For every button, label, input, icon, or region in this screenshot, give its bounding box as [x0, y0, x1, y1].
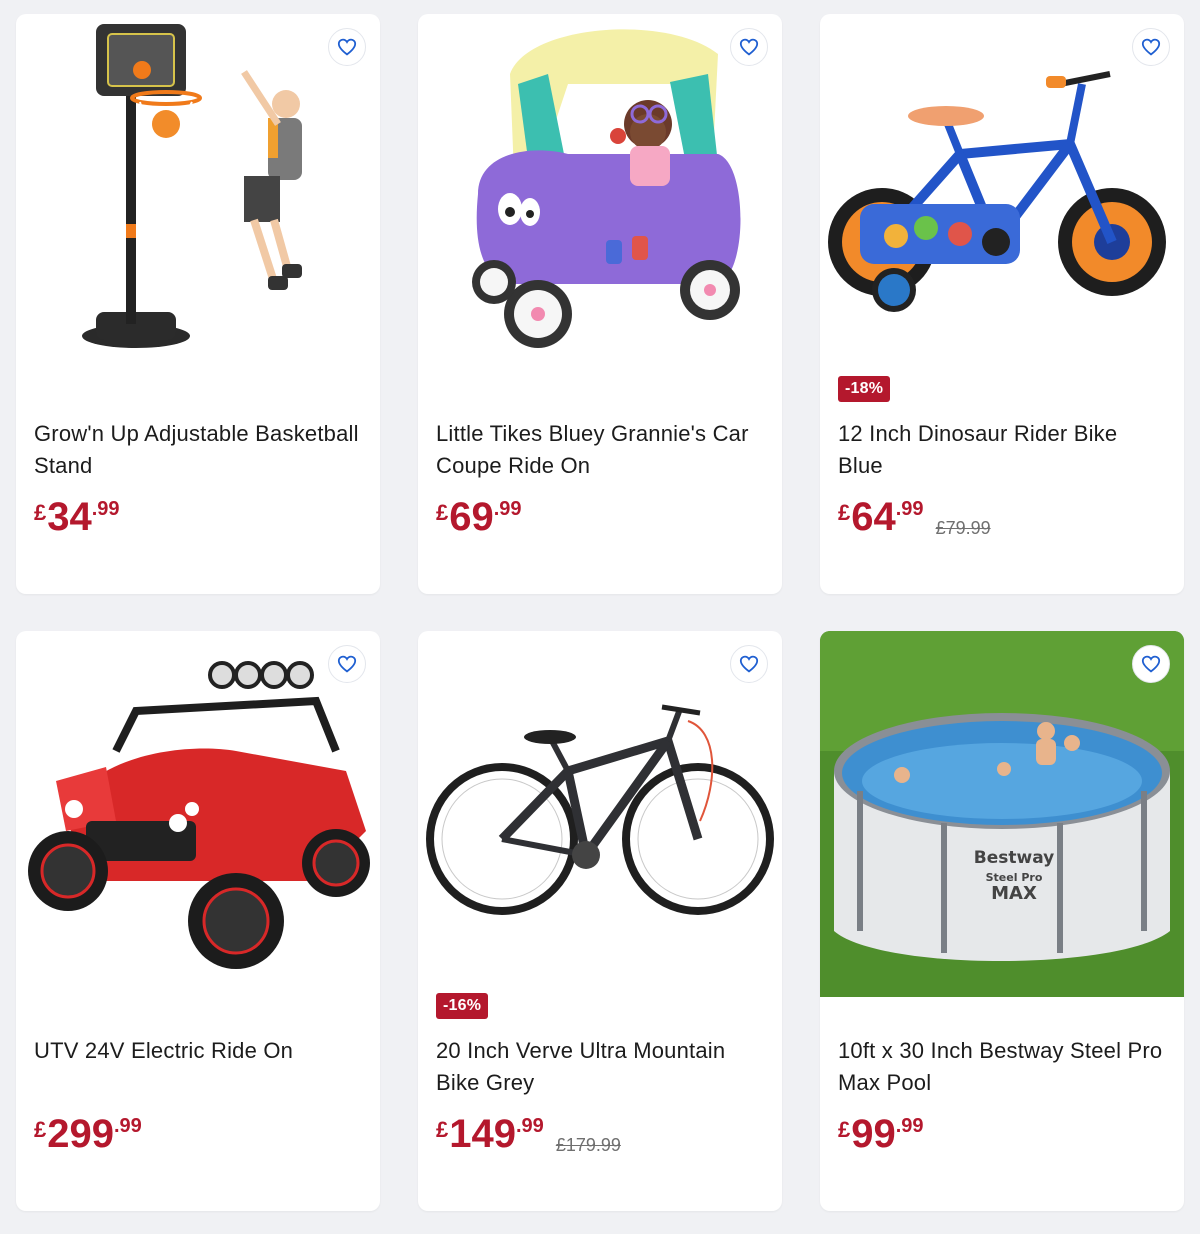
- product-card[interactable]: -16% 20 Inch Verve Ultra Mountain Bike G…: [418, 631, 782, 1211]
- price-row: £ 69 .99: [436, 492, 522, 542]
- price-row: £ 149 .99 £179.99: [436, 1109, 621, 1159]
- product-title[interactable]: Little Tikes Bluey Grannie's Car Coupe R…: [436, 418, 766, 482]
- discount-badge: -16%: [436, 993, 489, 1019]
- product-card[interactable]: Little Tikes Bluey Grannie's Car Coupe R…: [418, 14, 782, 594]
- heart-outline-icon: [337, 38, 357, 56]
- favourite-button[interactable]: [1132, 28, 1170, 66]
- was-price: £179.99: [555, 1135, 621, 1155]
- product-card[interactable]: -18% 12 Inch Dinosaur Rider Bike Blue £ …: [820, 14, 1184, 594]
- heart-outline-icon: [1141, 655, 1161, 673]
- product-image[interactable]: [418, 631, 782, 997]
- product-card[interactable]: Bestway Steel Pro MAX 10ft x 30 Inch Bes…: [820, 631, 1184, 1211]
- price: £ 299 .99: [34, 1112, 142, 1156]
- favourite-button[interactable]: [730, 645, 768, 683]
- price-row: £ 34 .99: [34, 492, 120, 542]
- product-title[interactable]: Grow'n Up Adjustable Basketball Stand: [34, 418, 364, 482]
- heart-outline-icon: [739, 655, 759, 673]
- product-image[interactable]: [418, 14, 782, 380]
- price: £ 64 .99: [838, 495, 924, 539]
- favourite-button[interactable]: [1132, 645, 1170, 683]
- price: £ 99 .99: [838, 1112, 924, 1156]
- pool-brand-text: Bestway: [974, 848, 1054, 868]
- product-title[interactable]: 20 Inch Verve Ultra Mountain Bike Grey: [436, 1035, 766, 1099]
- favourite-button[interactable]: [328, 645, 366, 683]
- product-title[interactable]: UTV 24V Electric Ride On: [34, 1035, 364, 1067]
- favourite-button[interactable]: [328, 28, 366, 66]
- price: £ 69 .99: [436, 495, 522, 539]
- pool-model-text: MAX: [991, 883, 1037, 904]
- product-image[interactable]: [16, 14, 380, 380]
- product-title[interactable]: 10ft x 30 Inch Bestway Steel Pro Max Poo…: [838, 1035, 1168, 1099]
- product-image[interactable]: Bestway Steel Pro MAX: [820, 631, 1184, 997]
- favourite-button[interactable]: [730, 28, 768, 66]
- price-row: £ 64 .99 £79.99: [838, 492, 991, 542]
- price: £ 34 .99: [34, 495, 120, 539]
- was-price: £79.99: [935, 518, 991, 538]
- product-image[interactable]: [820, 14, 1184, 380]
- price-row: £ 99 .99: [838, 1109, 924, 1159]
- discount-badge: -18%: [838, 376, 891, 402]
- product-card[interactable]: UTV 24V Electric Ride On £ 299 .99: [16, 631, 380, 1211]
- product-image[interactable]: [16, 631, 380, 997]
- product-card[interactable]: Grow'n Up Adjustable Basketball Stand £ …: [16, 14, 380, 594]
- price-row: £ 299 .99: [34, 1109, 142, 1159]
- price: £ 149 .99: [436, 1112, 544, 1156]
- heart-outline-icon: [739, 38, 759, 56]
- heart-outline-icon: [1141, 38, 1161, 56]
- product-title[interactable]: 12 Inch Dinosaur Rider Bike Blue: [838, 418, 1168, 482]
- heart-outline-icon: [337, 655, 357, 673]
